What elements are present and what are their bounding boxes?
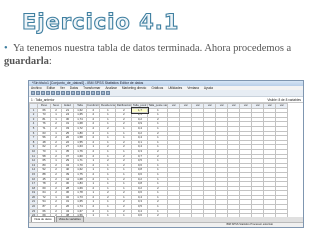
dialog-recall-icon[interactable] xyxy=(46,91,50,95)
bullet-text: • Ya tenemos nuestra tabla de datos term… xyxy=(4,42,316,68)
menu-utilidades[interactable]: Utilidades xyxy=(168,86,182,90)
menu-ver[interactable]: Ver xyxy=(60,86,65,90)
column-header[interactable]: Condición xyxy=(85,103,101,109)
goto-case-icon[interactable] xyxy=(61,91,65,95)
menu-editar[interactable]: Editar xyxy=(47,86,55,90)
status-bar: IBM SPSS Statistics Processor está listo xyxy=(29,222,303,227)
undo-icon[interactable] xyxy=(51,91,55,95)
bullet-end-text: : xyxy=(48,56,52,67)
column-header[interactable]: Residencia xyxy=(99,103,117,109)
spss-window: *Sin título1 [Conjunto_de_datos0] - IBM … xyxy=(28,80,304,228)
data-grid[interactable]: Peso Sexo Edad Talla Condición Residencia Rati… xyxy=(29,103,303,227)
bullet-main-text: Ya tenemos nuestra tabla de datos termin… xyxy=(12,43,292,54)
open-icon[interactable] xyxy=(31,91,35,95)
data-table[interactable]: Peso Sexo Edad Talla Condición Residencia Rati… xyxy=(29,103,289,227)
value-labels-icon[interactable] xyxy=(106,91,110,95)
print-icon[interactable] xyxy=(41,91,45,95)
menu-gráficos[interactable]: Gráficos xyxy=(151,86,163,90)
cell-reference: 1 : Talla_anterior xyxy=(31,97,55,102)
menu-analizar[interactable]: Analizar xyxy=(105,86,117,90)
menu-transformar[interactable]: Transformar xyxy=(83,86,100,90)
toolbar xyxy=(29,90,303,97)
slide-title: Ejercicio 4.1 xyxy=(21,9,180,34)
column-header[interactable]: Ratificación xyxy=(115,103,133,109)
bullet-icon: • xyxy=(4,43,8,54)
menu-ayuda[interactable]: Ayuda xyxy=(204,86,213,90)
insert-variable-icon[interactable] xyxy=(86,91,90,95)
menu-datos[interactable]: Datos xyxy=(70,86,78,90)
find-icon[interactable] xyxy=(76,91,80,95)
redo-icon[interactable] xyxy=(56,91,60,95)
insert-cases-icon[interactable] xyxy=(81,91,85,95)
visible-variables: Visible: 8 de 8 variables xyxy=(267,97,301,102)
bullet-bold-text: guardarla xyxy=(4,56,49,67)
column-header[interactable]: Talla_postr. xyxy=(131,103,149,109)
split-file-icon[interactable] xyxy=(91,91,95,95)
column-header[interactable]: Talla_poste var xyxy=(147,103,169,109)
select-cases-icon[interactable] xyxy=(101,91,105,95)
weight-cases-icon[interactable] xyxy=(96,91,100,95)
menu-marketing-directo[interactable]: Marketing directo xyxy=(122,86,146,90)
goto-variable-icon[interactable] xyxy=(66,91,70,95)
menu-archivo[interactable]: Archivo xyxy=(31,86,42,90)
save-icon[interactable] xyxy=(36,91,40,95)
variables-icon[interactable] xyxy=(71,91,75,95)
menu-ventana[interactable]: Ventana xyxy=(187,86,199,90)
